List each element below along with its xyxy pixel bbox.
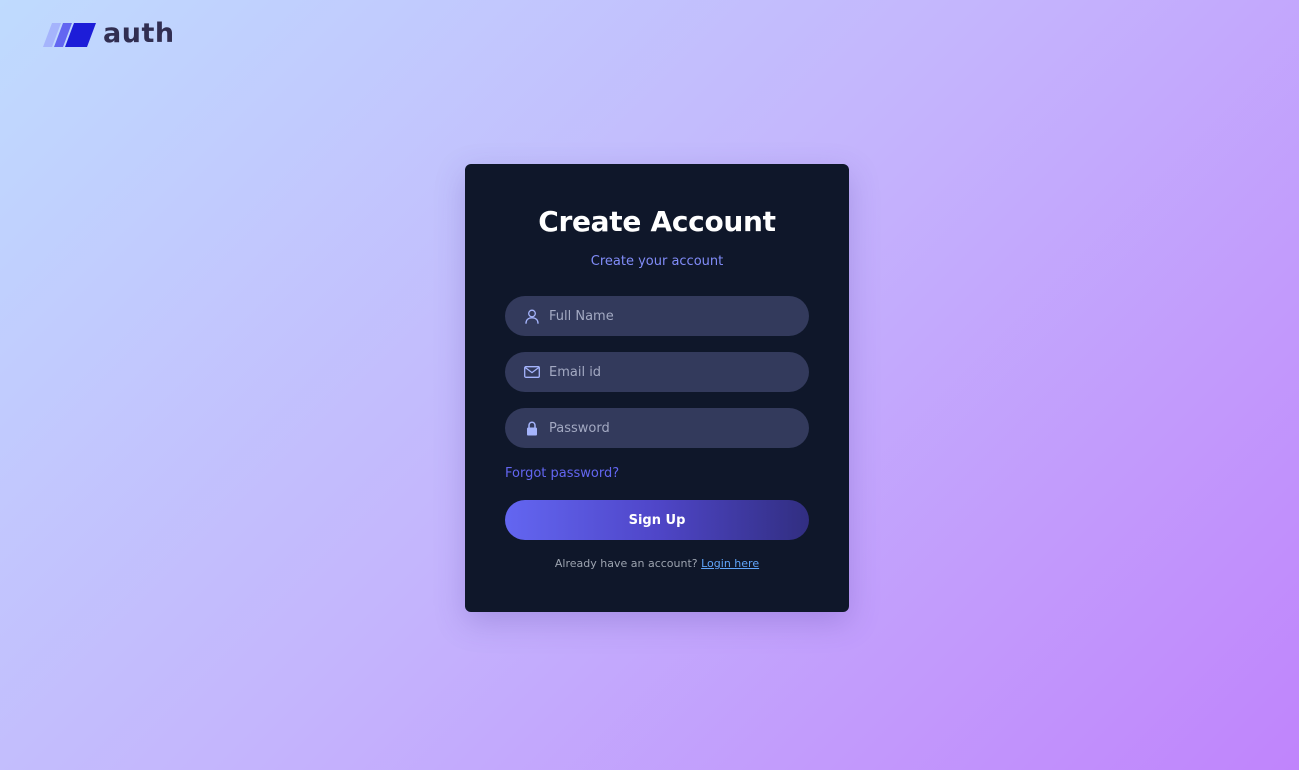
forgot-password-link[interactable]: Forgot password? [505,466,619,481]
brand-name: auth [103,18,175,49]
login-link[interactable]: Login here [701,557,759,570]
person-icon [524,308,540,324]
signup-card: Create Account Create your account Full … [465,164,849,612]
page-subtitle: Create your account [590,254,724,269]
lock-icon [524,420,540,436]
mail-icon [524,364,540,380]
login-prompt-text: Already have an account? [554,557,698,570]
brand-logo[interactable]: auth [43,18,175,49]
full-name-field[interactable] [505,296,809,336]
password-field[interactable] [505,408,809,448]
slanted-stripes-logo-icon [43,22,96,47]
signup-button[interactable]: Sign Up [505,500,809,540]
full-name-input[interactable] [549,308,789,324]
page-title: Create Account [538,205,776,238]
password-input[interactable] [549,420,789,436]
login-prompt-line: Already have an account? Login here [465,557,849,570]
email-input[interactable] [549,364,789,380]
email-field[interactable] [505,352,809,392]
